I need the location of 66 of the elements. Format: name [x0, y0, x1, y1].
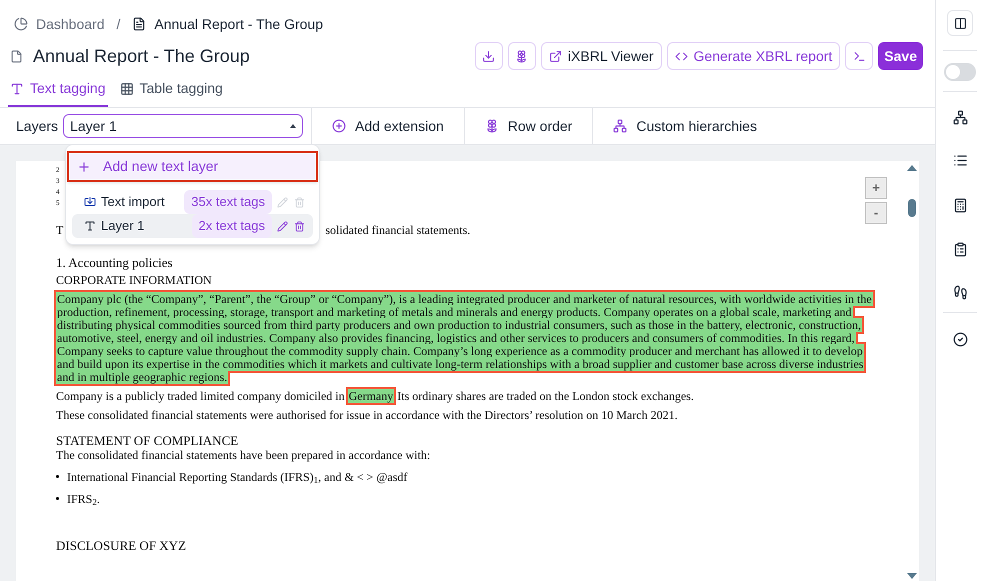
layer-item[interactable]: Layer 1 2x text tags — [72, 214, 313, 238]
paragraph: Company is a publicly traded limited company domiciled in Germany Its ordinary shares are traded on the London stock exchanges. — [56, 390, 695, 402]
check-circle-icon[interactable] — [952, 332, 968, 347]
toggle-switch[interactable] — [944, 63, 976, 81]
clipboard-icon[interactable] — [952, 242, 968, 257]
document-text: T — [56, 223, 64, 237]
flower-icon — [484, 119, 499, 133]
settings-button[interactable] — [508, 42, 536, 70]
breadcrumb-separator: / — [116, 14, 122, 34]
external-link-icon — [548, 50, 562, 62]
breadcrumb-link[interactable]: Annual Report - The Group — [154, 14, 324, 34]
layer-select[interactable]: Layer 1 — [63, 114, 304, 138]
layers-label: Layers — [16, 116, 58, 136]
list-item-text: International Financial Reporting Standards (IFRS)$_{1}$, and & < > @asdf — [67, 470, 408, 484]
action-button[interactable]: iXBRL Viewer — [540, 42, 662, 70]
download-button[interactable] — [474, 42, 503, 70]
download-icon — [482, 50, 496, 62]
page-title: Annual Report - The Group — [33, 44, 250, 68]
section-heading: DISCLOSURE OF XYZ — [56, 536, 186, 554]
document-text: CORPORATE INFORMATION — [56, 272, 212, 286]
document-icon — [10, 50, 23, 62]
panel-button[interactable] — [947, 10, 973, 36]
flower-icon — [515, 50, 528, 62]
plus-icon — [77, 160, 91, 174]
section-heading: 1. Accounting policies — [56, 254, 174, 272]
document-icon — [132, 17, 146, 31]
code-icon — [674, 50, 688, 62]
tag-count-badge: 2x text tags — [192, 214, 272, 238]
bullet-icon — [56, 497, 59, 500]
delete-icon[interactable] — [294, 220, 305, 232]
section-heading: STATEMENT OF COMPLIANCE — [56, 434, 240, 448]
dashboard-icon — [14, 17, 28, 31]
toolbar-button[interactable]: Add extension — [312, 108, 464, 144]
import-icon — [84, 196, 96, 208]
bullet-icon — [56, 475, 59, 478]
terminal-icon — [852, 50, 866, 62]
text-icon — [10, 82, 24, 96]
edit-icon[interactable] — [277, 220, 288, 232]
hierarchy-icon — [613, 119, 628, 133]
calculator-icon[interactable] — [952, 198, 968, 213]
save-button[interactable]: Save — [878, 42, 923, 70]
action-button[interactable]: Generate XBRL report — [666, 42, 840, 70]
tag-count-badge: 35x text tags — [184, 190, 272, 214]
add-layer-item[interactable]: Add new text layer — [67, 151, 318, 182]
paragraph: Company plc (the “Company”, “Parent”, the “Group” or “Company”), is a leading integrated producer and marketer of natural resources, with worldwide activities in the production, refinement, processing, storage, transport and marketing of metals and minerals and energy products. Company operates on a global scale, marketing and distributing physical commodities sourced from third party producers and own production to industrial consumers, such as those in the battery, electronic, construction, automotive, steel, energy and oil industries. Company also provides financing, logistics and other services to producers and consumers of commodities. In this regard, Company seeks to capture value throughout the commodity supply chain. Company’s long experience as a commodity producer and merchant has allowed it to develop and build upon its expertise in the commodities which it markets and cultivate long-term relationships with a broad supplier and customer base across diverse industries and in multiple geographic regions. — [56, 292, 874, 384]
list-item-text: IFRS$_{2}$. — [67, 492, 100, 506]
list-icon[interactable] — [952, 153, 968, 168]
caret-up-icon — [290, 124, 296, 128]
text-icon — [84, 220, 96, 232]
toolbar-button[interactable]: Custom hierarchies — [593, 108, 777, 144]
tab[interactable]: Text tagging — [8, 78, 108, 107]
columns-icon — [954, 16, 966, 30]
grid-icon — [120, 82, 134, 96]
hierarchy-icon[interactable] — [952, 110, 968, 125]
document-text: The consolidated financial statements have been prepared in accordance with: — [56, 448, 430, 462]
zoom-in-button[interactable]: + — [865, 177, 887, 199]
zoom-out-button[interactable]: - — [865, 202, 887, 224]
tab[interactable]: Table tagging — [118, 78, 225, 107]
layer-name: Text import — [101, 193, 165, 212]
footprints-icon[interactable] — [952, 285, 968, 300]
document-text: solidated financial statements. — [325, 223, 470, 237]
plus-circle-icon — [332, 119, 346, 133]
toolbar-button[interactable]: Row order — [464, 108, 592, 144]
breadcrumb-link[interactable]: Dashboard — [36, 14, 104, 34]
paragraph: These consolidated financial statements were authorised for issue in accordance with the Directors’ resolution on 10 March 2021. — [56, 408, 679, 422]
layer-name: Layer 1 — [101, 217, 144, 236]
